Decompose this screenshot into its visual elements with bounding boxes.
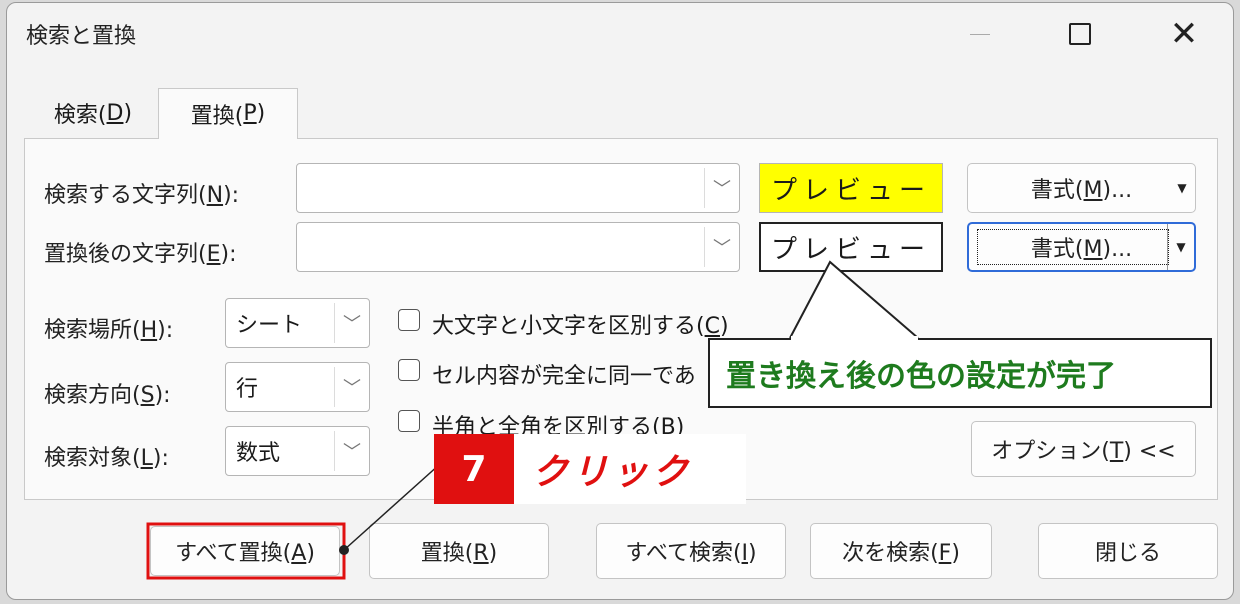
callout-pointer: [789, 260, 919, 339]
annotation-overlay: [146, 260, 919, 580]
step-leader-dot: [339, 545, 349, 555]
callout-joint: [791, 336, 918, 340]
callout-text: 置き換え後の色の設定が完了: [708, 338, 1212, 408]
step-number-badge: 7: [434, 434, 514, 504]
step-instruction-text: クリック: [514, 434, 746, 504]
step-leader-line: [343, 463, 441, 551]
replace-all-highlight-box: [146, 522, 346, 580]
